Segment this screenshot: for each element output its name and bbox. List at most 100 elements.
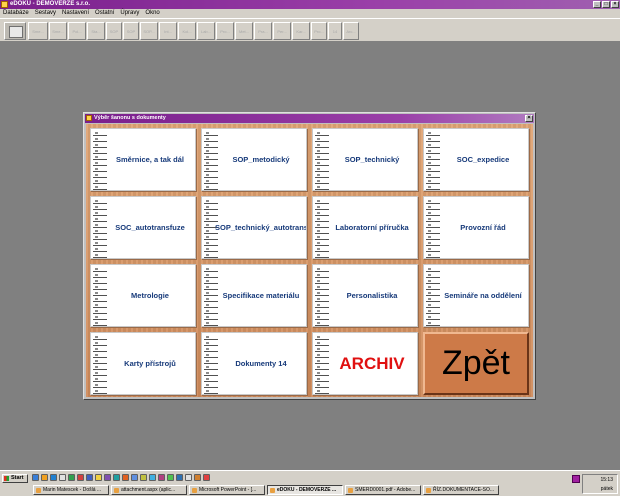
quick-launch-icon[interactable] [41, 474, 48, 481]
binder-label: SOC_autotransfuze [115, 223, 185, 232]
binder-laboratorni-prirucka[interactable]: Laboratorní příručka [312, 196, 418, 259]
menu-ostatni[interactable]: Ostatní [95, 9, 114, 18]
toolbar-button-18[interactable]: Arc... [343, 22, 359, 40]
close-button[interactable]: × [611, 1, 619, 8]
binder-sop-metodicky[interactable]: SOP_metodický [201, 128, 307, 191]
taskbar-item-powerpoint[interactable]: Microsoft PowerPoint - [... [189, 485, 265, 495]
taskbar-item-attachment[interactable]: attachment.aspx (aplic... [111, 485, 187, 495]
dialog-icon [86, 115, 92, 121]
spiral-binding-icon [315, 200, 329, 258]
quick-launch-icon[interactable] [50, 474, 57, 481]
start-button[interactable]: Start [2, 474, 28, 483]
toolbar-button-14[interactable]: Per... [273, 22, 291, 40]
binder-personalistika[interactable]: Personalistika [312, 264, 418, 327]
dialog-close-button[interactable]: × [525, 115, 533, 122]
quick-launch-icon[interactable] [185, 474, 192, 481]
binder-label: Karty přístrojů [124, 359, 176, 368]
spiral-binding-icon [93, 132, 107, 190]
binder-smernice[interactable]: Směrnice, a tak dál [90, 128, 196, 191]
taskbar-item-adobe[interactable]: SMERD0001.pdf - Adobe... [345, 485, 421, 495]
app-icon [1, 1, 8, 8]
dialog-title-bar: Výběr šanonu s dokumenty × [85, 114, 534, 123]
toolbar: Sme... Sme... Pol... Sta... SOP SOP SOP.… [0, 18, 620, 42]
menu-okno[interactable]: Okno [145, 9, 159, 18]
menu-sestavy[interactable]: Sestavy [35, 9, 56, 18]
binder-sop-technicky[interactable]: SOP_technický [312, 128, 418, 191]
maximize-button[interactable]: □ [602, 1, 610, 8]
tray-app-icon[interactable] [572, 475, 580, 483]
binder-archiv[interactable]: ARCHIV [312, 332, 418, 395]
spiral-binding-icon [204, 336, 218, 394]
toolbar-button-13[interactable]: Pra... [254, 22, 272, 40]
toolbar-button-15[interactable]: Kar... [292, 22, 310, 40]
binder-provozni-rad[interactable]: Provozní řád [423, 196, 529, 259]
quick-launch-icon[interactable] [203, 474, 210, 481]
spiral-binding-icon [426, 200, 440, 258]
spiral-binding-icon [204, 268, 218, 326]
quick-launch-icon[interactable] [32, 474, 39, 481]
menu-databaze[interactable]: Databáze [3, 9, 29, 18]
quick-launch-icon[interactable] [122, 474, 129, 481]
taskbar-item-dokumentace[interactable]: ŘÍZ.DOKUMENTACE-SO... [423, 485, 499, 495]
spiral-binding-icon [93, 200, 107, 258]
binder-sop-technicky-autotransfuze[interactable]: SOP_technický_autotransfuze [201, 196, 307, 259]
toolbar-button-9[interactable]: Kol... [178, 22, 196, 40]
toolbar-button-3[interactable]: Pol... [68, 22, 86, 40]
spiral-binding-icon [426, 132, 440, 190]
binder-label: Personalistika [346, 291, 398, 300]
toolbar-button-5[interactable]: SOP [106, 22, 122, 40]
binder-label: Laboratorní příručka [335, 223, 409, 232]
toolbar-button-10[interactable]: Lab... [197, 22, 215, 40]
clock-time: 15:13 [600, 477, 613, 483]
quick-launch-icon[interactable] [167, 474, 174, 481]
quick-launch-icon[interactable] [95, 474, 102, 481]
quick-launch-icon[interactable] [77, 474, 84, 481]
quick-launch-icon[interactable] [194, 474, 201, 481]
binder-seminare-na-oddeleni[interactable]: Semináře na oddělení [423, 264, 529, 327]
spiral-binding-icon [204, 132, 218, 190]
toolbar-button-17[interactable]: 14 [328, 22, 342, 40]
binder-label: Specifikace materiálu [222, 291, 300, 300]
quick-launch-icon[interactable] [176, 474, 183, 481]
toolbar-button-2[interactable]: Sme... [49, 22, 67, 40]
quick-launch-icon[interactable] [140, 474, 147, 481]
taskbar-item-edoku[interactable]: eDOKU - DEMOVERZE ... [267, 485, 343, 495]
quick-launch-icon[interactable] [68, 474, 75, 481]
quick-launch-icon[interactable] [131, 474, 138, 481]
binder-dokumenty-14[interactable]: Dokumenty 14 [201, 332, 307, 395]
quick-launch-icon[interactable] [158, 474, 165, 481]
binder-soc-autotransfuze[interactable]: SOC_autotransfuze [90, 196, 196, 259]
quick-launch-icon[interactable] [86, 474, 93, 481]
toolbar-button-16[interactable]: Pro... [311, 22, 327, 40]
back-button[interactable]: Zpět [423, 332, 529, 395]
binder-label: Metrologie [131, 291, 169, 300]
toolbar-button-8[interactable]: Int... [159, 22, 177, 40]
binder-label: SOP_technický_autotransfuze [215, 223, 307, 232]
toolbar-button-1[interactable]: Sme... [28, 22, 48, 40]
toolbar-button-7[interactable]: SOP... [140, 22, 158, 40]
toolbar-button-4[interactable]: Sta... [87, 22, 105, 40]
spiral-binding-icon [315, 132, 329, 190]
binder-metrologie[interactable]: Metrologie [90, 264, 196, 327]
toolbar-button-12[interactable]: Met... [235, 22, 253, 40]
binder-label: SOP_metodický [232, 155, 290, 164]
menu-nastaveni[interactable]: Nastavení [62, 9, 89, 18]
quick-launch-icon[interactable] [149, 474, 156, 481]
minimize-button[interactable]: _ [593, 1, 601, 8]
toolbar-button-11[interactable]: Pro... [216, 22, 234, 40]
quick-launch-icon[interactable] [104, 474, 111, 481]
dialog-title: Výběr šanonu s dokumenty [94, 115, 166, 121]
binder-label: ARCHIV [339, 353, 405, 373]
spiral-binding-icon [315, 336, 329, 394]
binder-karty-pristroju[interactable]: Karty přístrojů [90, 332, 196, 395]
taskbar-item-mail[interactable]: Marin Matescek - Došlá ... [33, 485, 109, 495]
binder-label: SOP_technický [344, 155, 400, 164]
toolbar-button-6[interactable]: SOP [123, 22, 139, 40]
spiral-binding-icon [426, 268, 440, 326]
quick-launch-icon[interactable] [113, 474, 120, 481]
toolbar-home-button[interactable] [4, 22, 26, 40]
quick-launch-icon[interactable] [59, 474, 66, 481]
binder-specifikace-materialu[interactable]: Specifikace materiálu [201, 264, 307, 327]
binder-soc-expedice[interactable]: SOC_expedice [423, 128, 529, 191]
menu-upravy[interactable]: Úpravy [120, 9, 139, 18]
